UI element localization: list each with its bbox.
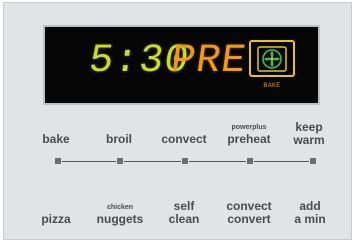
convect-convert-button[interactable]: convect convert (220, 200, 278, 226)
bake-button[interactable]: bake (34, 133, 78, 146)
keep-warm-label-line2: warm (293, 133, 325, 147)
preheat-label: preheat (227, 132, 271, 146)
convect-label: convect (161, 132, 207, 146)
convection-fan-icon (249, 40, 295, 77)
oven-display: 5:30 PRE BAKE (43, 25, 320, 105)
powerplus-preheat-button[interactable]: powerplus preheat (219, 123, 279, 146)
convect-indicator-dot[interactable] (181, 157, 189, 165)
broil-label: broil (106, 132, 132, 146)
pizza-button[interactable]: pizza (32, 213, 80, 226)
convect-button[interactable]: convect (157, 133, 211, 146)
bake-indicator-dot[interactable] (54, 157, 62, 165)
preheat-indicator-dot[interactable] (246, 157, 254, 165)
keep-warm-indicator-dot[interactable] (309, 157, 317, 165)
nuggets-label: nuggets (96, 212, 144, 226)
pizza-label: pizza (41, 212, 71, 226)
add-a-minute-button[interactable]: add a min (286, 200, 334, 226)
self-clean-label-line2: clean (168, 212, 200, 226)
bake-indicator-label: BAKE (263, 83, 281, 89)
oven-control-panel: 5:30 PRE BAKE bake broil convect powerpl… (3, 2, 352, 240)
keep-warm-button[interactable]: keep warm (287, 121, 331, 147)
broil-button[interactable]: broil (97, 133, 141, 146)
chicken-nuggets-button[interactable]: chicken nuggets (92, 203, 148, 226)
mode-readout: PRE (167, 39, 250, 84)
convect-convert-label-line2: convert (227, 212, 271, 226)
add-a-minute-label-line2: a min (294, 212, 326, 226)
broil-indicator-dot[interactable] (116, 157, 124, 165)
self-clean-button[interactable]: self clean (160, 200, 208, 226)
bake-label: bake (42, 132, 70, 146)
